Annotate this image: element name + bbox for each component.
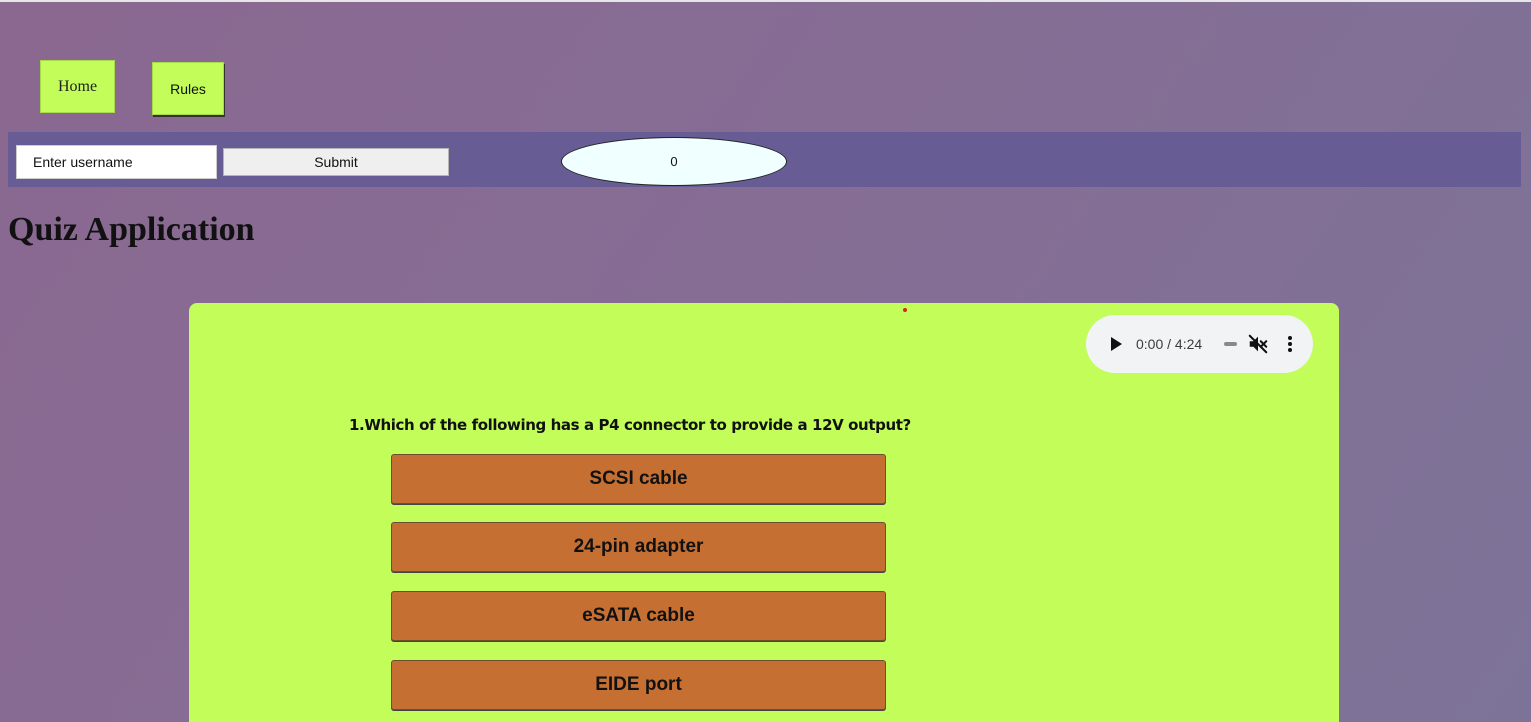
home-button[interactable]: Home [40,60,115,113]
page-title: Quiz Application [8,211,255,248]
audio-time: 0:00 / 4:24 [1136,336,1203,352]
username-input[interactable] [16,145,217,179]
mute-icon[interactable] [1247,333,1269,355]
top-border [0,0,1531,2]
answer-option-4[interactable]: EIDE port [391,660,886,710]
audio-player: 0:00 / 4:24 [1086,315,1313,373]
play-icon[interactable] [1108,335,1124,353]
question-text: 1.Which of the following has a P4 connec… [349,416,911,434]
more-options-icon[interactable] [1282,333,1298,355]
red-dot [903,308,907,312]
rules-button[interactable]: Rules [152,62,224,115]
answer-option-1[interactable]: SCSI cable [391,454,886,504]
submit-button[interactable]: Submit [223,148,449,176]
score-display: 0 [561,137,787,186]
answer-option-2[interactable]: 24-pin adapter [391,522,886,572]
audio-progress-track[interactable] [1224,342,1237,346]
answer-option-3[interactable]: eSATA cable [391,591,886,641]
